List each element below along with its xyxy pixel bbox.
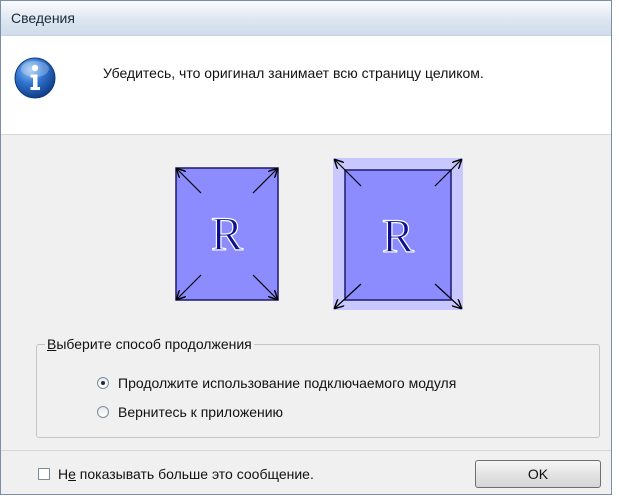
original-full-page-illustration: R (331, 158, 465, 310)
dialog-title: Сведения (11, 10, 75, 26)
radio-button-selected[interactable] (97, 377, 109, 389)
group-legend: Выберите способ продолжения (47, 336, 252, 352)
dont-show-again-checkbox[interactable]: Не показывать больше это сообщение. (38, 466, 314, 482)
message-panel: Убедитесь, что оригинал занимает всю стр… (1, 36, 611, 135)
radio-continue-plugin[interactable]: Продолжите использование подключаемого м… (97, 375, 456, 391)
page-letter: R (211, 208, 243, 261)
ok-button[interactable]: OK (475, 460, 601, 488)
continue-options-group: Выберите способ продолжения Продолжите и… (36, 336, 600, 438)
radio-return-to-app[interactable]: Вернитесь к приложению (97, 404, 283, 420)
info-icon (14, 57, 56, 99)
checkbox-label: Не показывать больше это сообщение. (58, 466, 314, 482)
title-bar[interactable]: Сведения (1, 1, 611, 36)
dialog-window: Сведения Убедитесь, что оригинал занимае… (0, 0, 612, 495)
radio-label: Продолжите использование подключаемого м… (118, 375, 457, 391)
original-partial-page-illustration: R (166, 156, 286, 306)
page-letter: R (382, 210, 414, 263)
checkbox[interactable] (38, 468, 50, 480)
radio-label: Вернитесь к приложению (118, 404, 284, 420)
message-text: Убедитесь, что оригинал занимает всю стр… (103, 65, 484, 81)
footer-divider (1, 450, 611, 451)
radio-button[interactable] (97, 406, 109, 418)
